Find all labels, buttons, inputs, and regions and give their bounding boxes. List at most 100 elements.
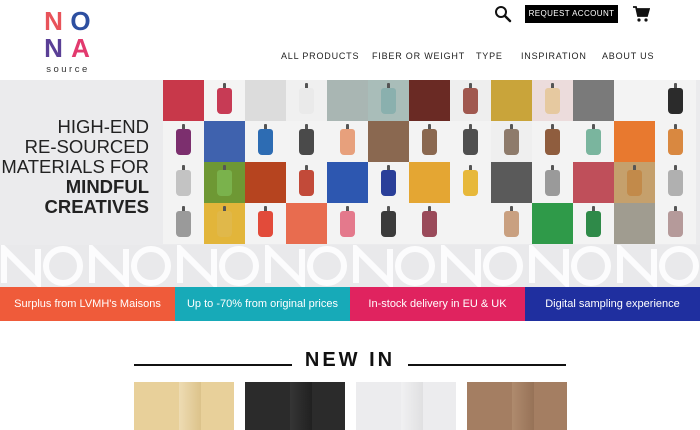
garment-drape [176, 211, 191, 237]
product-tile [204, 162, 245, 203]
product-tile [532, 121, 573, 162]
garment-drape [217, 88, 232, 114]
product-tile [245, 80, 286, 121]
logo-pattern-band [0, 245, 700, 287]
garment-drape [258, 211, 273, 237]
nav-all-products[interactable]: ALL PRODUCTS [281, 51, 359, 61]
nav-inspiration[interactable]: INSPIRATION [521, 51, 587, 61]
product-tile [327, 203, 368, 244]
new-in-heading: NEW IN [304, 349, 396, 371]
garment-drape [176, 129, 191, 155]
product-tile [573, 121, 614, 162]
fabric-fold [401, 382, 423, 430]
product-tile [491, 80, 532, 121]
product-tile [491, 121, 532, 162]
garment-drape [422, 211, 437, 237]
product-tile [245, 203, 286, 244]
product-card[interactable] [134, 382, 234, 430]
product-tile [532, 203, 573, 244]
product-card[interactable] [356, 382, 456, 430]
search-button[interactable] [494, 5, 512, 23]
product-tile [409, 121, 450, 162]
feature-bar: Surplus from LVMH's Maisons Up to -70% f… [0, 287, 700, 321]
main-nav: ALL PRODUCTS FIBER OR WEIGHT TYPE INSPIR… [0, 51, 700, 65]
product-tile [450, 162, 491, 203]
feature-discount: Up to -70% from original prices [175, 287, 350, 321]
product-tile [655, 203, 696, 244]
product-card[interactable] [467, 382, 567, 430]
hero-line-strong: MINDFUL [65, 176, 149, 197]
product-tile [614, 121, 655, 162]
garment-drape [463, 170, 478, 196]
product-tile [450, 203, 491, 244]
garment-drape [463, 88, 478, 114]
product-tile [245, 162, 286, 203]
hero-line: MATERIALS FOR [1, 156, 149, 177]
product-tile [368, 162, 409, 203]
product-tile [327, 121, 368, 162]
hero-line-strong: CREATIVES [44, 196, 149, 217]
product-tile [245, 121, 286, 162]
product-tile [204, 203, 245, 244]
product-tile [327, 80, 368, 121]
product-tile [368, 121, 409, 162]
product-tile [409, 203, 450, 244]
product-tile [491, 203, 532, 244]
product-tile [409, 80, 450, 121]
hero-banner: HIGH-END RE-SOURCED MATERIALS FOR MINDFU… [0, 80, 700, 287]
product-tile [573, 203, 614, 244]
product-tile [614, 203, 655, 244]
garment-drape [668, 88, 683, 114]
feature-delivery: In-stock delivery in EU & UK [350, 287, 525, 321]
product-tile [286, 121, 327, 162]
garment-drape [217, 211, 232, 237]
new-in-products [0, 382, 700, 430]
cart-icon [633, 6, 651, 22]
hero-headline: HIGH-END RE-SOURCED MATERIALS FOR MINDFU… [1, 117, 149, 217]
garment-drape [340, 211, 355, 237]
nav-type[interactable]: TYPE [476, 51, 503, 61]
garment-drape [340, 129, 355, 155]
cart-button[interactable] [632, 5, 651, 23]
product-tile [532, 162, 573, 203]
garment-drape [627, 170, 642, 196]
garment-drape [545, 88, 560, 114]
product-tile [409, 162, 450, 203]
garment-drape [668, 129, 683, 155]
product-tile [286, 162, 327, 203]
product-tile [368, 203, 409, 244]
garment-drape [299, 170, 314, 196]
product-tile [614, 80, 655, 121]
garment-drape [422, 129, 437, 155]
fabric-fold [512, 382, 534, 430]
product-tile [163, 80, 204, 121]
product-tile [655, 80, 696, 121]
product-tile [286, 203, 327, 244]
garment-drape [381, 88, 396, 114]
garment-drape [586, 129, 601, 155]
product-tile [204, 80, 245, 121]
product-card[interactable] [245, 382, 345, 430]
garment-drape [504, 211, 519, 237]
site-header: N O N A source REQUEST ACCOUNT ALL PRODU… [0, 0, 700, 80]
garment-drape [545, 129, 560, 155]
product-tile [368, 80, 409, 121]
nav-about-us[interactable]: ABOUT US [602, 51, 654, 61]
garment-drape [463, 129, 478, 155]
product-tile [655, 121, 696, 162]
hero-line: RE-SOURCED [24, 136, 149, 157]
fabric-fold [179, 382, 201, 430]
garment-drape [381, 170, 396, 196]
garment-drape [217, 170, 232, 196]
logo-subtitle: source [46, 64, 90, 75]
search-icon [495, 6, 512, 23]
product-tile [532, 80, 573, 121]
product-tile-grid [163, 80, 700, 245]
nav-fiber-or-weight[interactable]: FIBER OR WEIGHT [372, 51, 465, 61]
garment-drape [299, 88, 314, 114]
product-tile [450, 80, 491, 121]
request-account-button[interactable]: REQUEST ACCOUNT [525, 5, 618, 23]
logo-letter: O [70, 6, 91, 36]
garment-drape [668, 170, 683, 196]
section-divider-right [408, 364, 566, 366]
